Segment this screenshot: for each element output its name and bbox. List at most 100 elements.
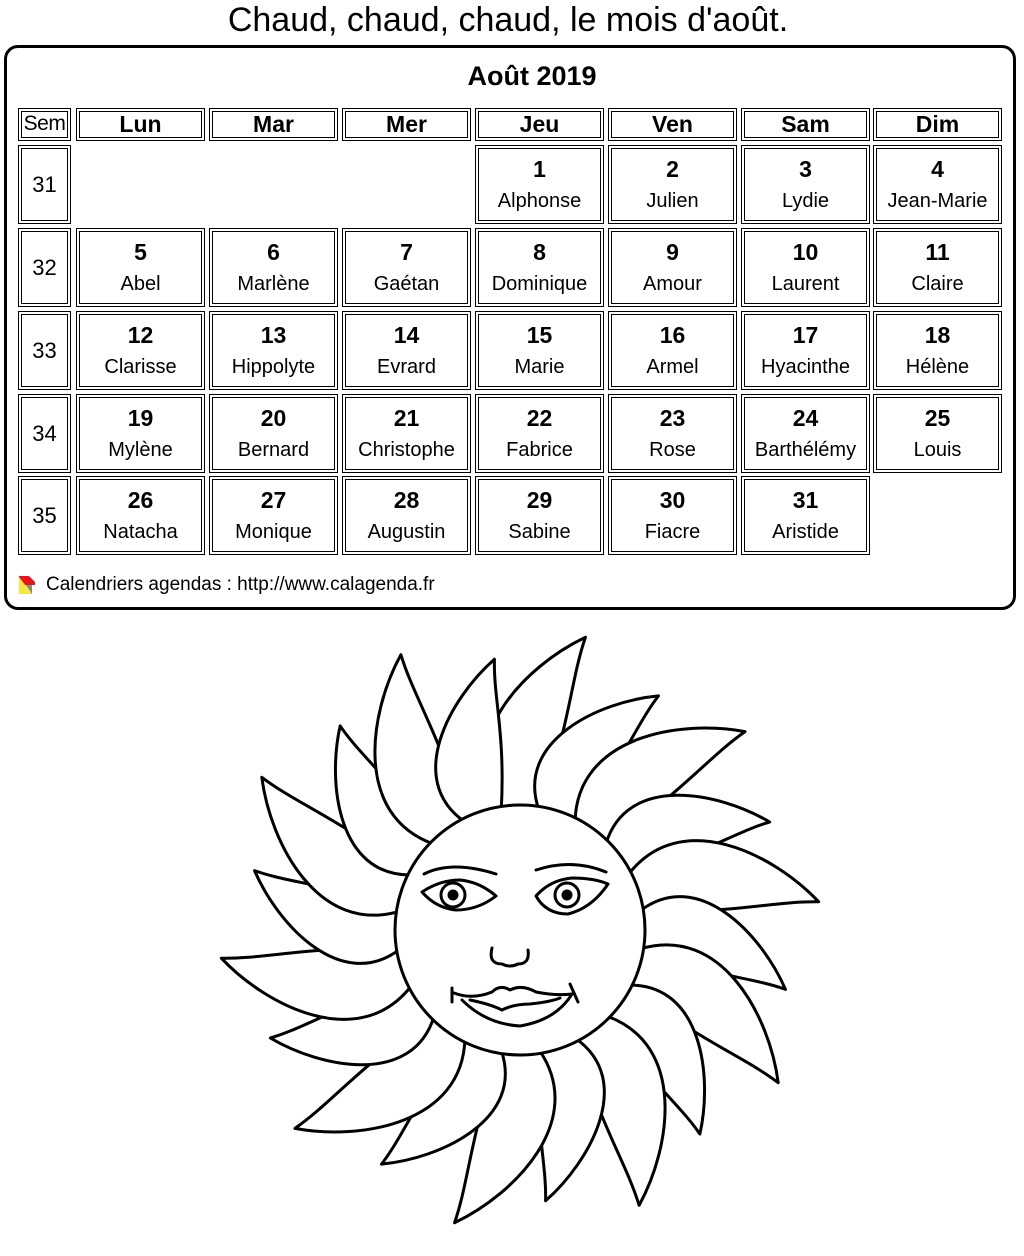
footer: Calendriers agendas : http://www.calagen…	[18, 572, 435, 598]
saint-name: Evrard	[377, 356, 436, 378]
saint-name: Marie	[514, 356, 565, 378]
day-cell[interactable]: 17 Hyacinthe	[741, 311, 870, 390]
day-header: Mar	[209, 108, 338, 141]
day-number: 4	[931, 156, 944, 182]
day-number: 31	[792, 487, 819, 513]
saint-name: Hyacinthe	[761, 356, 850, 378]
saint-name: Aristide	[772, 521, 839, 543]
day-cell[interactable]: 7 Gaétan	[342, 228, 471, 307]
week-column-header: Sem	[18, 108, 71, 141]
day-cell[interactable]: 12 Clarisse	[76, 311, 205, 390]
day-number: 24	[792, 405, 819, 431]
day-cell[interactable]: 18 Hélène	[873, 311, 1002, 390]
day-number: 21	[393, 405, 420, 431]
day-cell[interactable]: 2 Julien	[608, 145, 737, 224]
day-number: 22	[526, 405, 553, 431]
saint-name: Christophe	[358, 439, 455, 461]
day-number: 12	[127, 322, 154, 348]
day-cell[interactable]: 11 Claire	[873, 228, 1002, 307]
day-cell[interactable]: 22 Fabrice	[475, 394, 604, 473]
day-cell[interactable]: 30 Fiacre	[608, 476, 737, 555]
day-cell[interactable]: 1 Alphonse	[475, 145, 604, 224]
day-cell[interactable]: 27 Monique	[209, 476, 338, 555]
saint-name: Alphonse	[497, 190, 582, 212]
day-cell[interactable]: 31 Aristide	[741, 476, 870, 555]
saint-name: Louis	[913, 439, 962, 461]
day-cell[interactable]: 8 Dominique	[475, 228, 604, 307]
saint-name: Marlène	[237, 273, 310, 295]
day-number: 29	[526, 487, 553, 513]
saint-name: Bernard	[237, 439, 310, 461]
day-number: 14	[393, 322, 420, 348]
day-number: 27	[260, 487, 287, 513]
day-header: Sam	[741, 108, 870, 141]
saint-name: Augustin	[367, 521, 446, 543]
day-number: 11	[925, 239, 950, 265]
day-number: 3	[799, 156, 812, 182]
day-cell[interactable]: 28 Augustin	[342, 476, 471, 555]
day-header: Dim	[873, 108, 1002, 141]
week-number: 35	[18, 476, 71, 555]
saint-name: Jean-Marie	[887, 190, 988, 212]
saint-name: Abel	[120, 273, 161, 295]
day-cell[interactable]: 10 Laurent	[741, 228, 870, 307]
day-cell[interactable]: 13 Hippolyte	[209, 311, 338, 390]
day-number: 8	[533, 239, 546, 265]
day-number: 1	[533, 156, 546, 182]
saint-name: Julien	[646, 190, 699, 212]
day-cell[interactable]: 9 Amour	[608, 228, 737, 307]
day-number: 20	[260, 405, 287, 431]
day-header: Jeu	[475, 108, 604, 141]
day-number: 6	[267, 239, 280, 265]
saint-name: Natacha	[103, 521, 178, 543]
day-cell[interactable]: 21 Christophe	[342, 394, 471, 473]
week-number: 31	[18, 145, 71, 224]
day-number: 2	[666, 156, 679, 182]
saint-name: Clarisse	[104, 356, 177, 378]
saint-name: Claire	[911, 273, 964, 295]
saint-name: Lydie	[781, 190, 830, 212]
sun-ray	[434, 657, 504, 823]
day-cell[interactable]: 16 Armel	[608, 311, 737, 390]
day-cell[interactable]: 20 Bernard	[209, 394, 338, 473]
day-number: 19	[127, 405, 154, 431]
calagenda-logo-icon	[19, 576, 35, 594]
day-header: Mer	[342, 108, 471, 141]
saint-name: Hippolyte	[231, 356, 316, 378]
day-cell[interactable]: 5 Abel	[76, 228, 205, 307]
day-number: 25	[924, 405, 951, 431]
saint-name: Rose	[649, 439, 696, 461]
sun-illustration	[219, 635, 821, 1225]
day-cell[interactable]: 26 Natacha	[76, 476, 205, 555]
day-number: 28	[393, 487, 420, 513]
day-number: 18	[924, 322, 951, 348]
day-cell[interactable]: 25 Louis	[873, 394, 1002, 473]
day-header: Ven	[608, 108, 737, 141]
month-title: Août 2019	[467, 61, 597, 91]
day-cell[interactable]: 23 Rose	[608, 394, 737, 473]
day-cell[interactable]: 3 Lydie	[741, 145, 870, 224]
day-cell[interactable]: 29 Sabine	[475, 476, 604, 555]
day-number: 13	[260, 322, 287, 348]
saint-name: Fiacre	[644, 521, 701, 543]
day-number: 26	[127, 487, 154, 513]
day-cell[interactable]: 24 Barthélémy	[741, 394, 870, 473]
day-number: 15	[526, 322, 553, 348]
saint-name: Monique	[235, 521, 312, 543]
day-number: 16	[659, 322, 686, 348]
day-cell[interactable]: 14 Evrard	[342, 311, 471, 390]
saint-name: Armel	[646, 356, 699, 378]
day-number: 7	[400, 239, 413, 265]
saint-name: Hélène	[905, 356, 970, 378]
day-cell[interactable]: 4 Jean-Marie	[873, 145, 1002, 224]
day-cell[interactable]: 6 Marlène	[209, 228, 338, 307]
week-number: 34	[18, 394, 71, 473]
day-cell[interactable]: 19 Mylène	[76, 394, 205, 473]
saint-name: Mylène	[108, 439, 173, 461]
saint-name: Sabine	[508, 521, 571, 543]
footer-link[interactable]: Calendriers agendas : http://www.calagen…	[46, 574, 435, 596]
day-cell[interactable]: 15 Marie	[475, 311, 604, 390]
day-number: 30	[659, 487, 686, 513]
saint-name: Dominique	[491, 273, 588, 295]
saint-name: Amour	[643, 273, 702, 295]
